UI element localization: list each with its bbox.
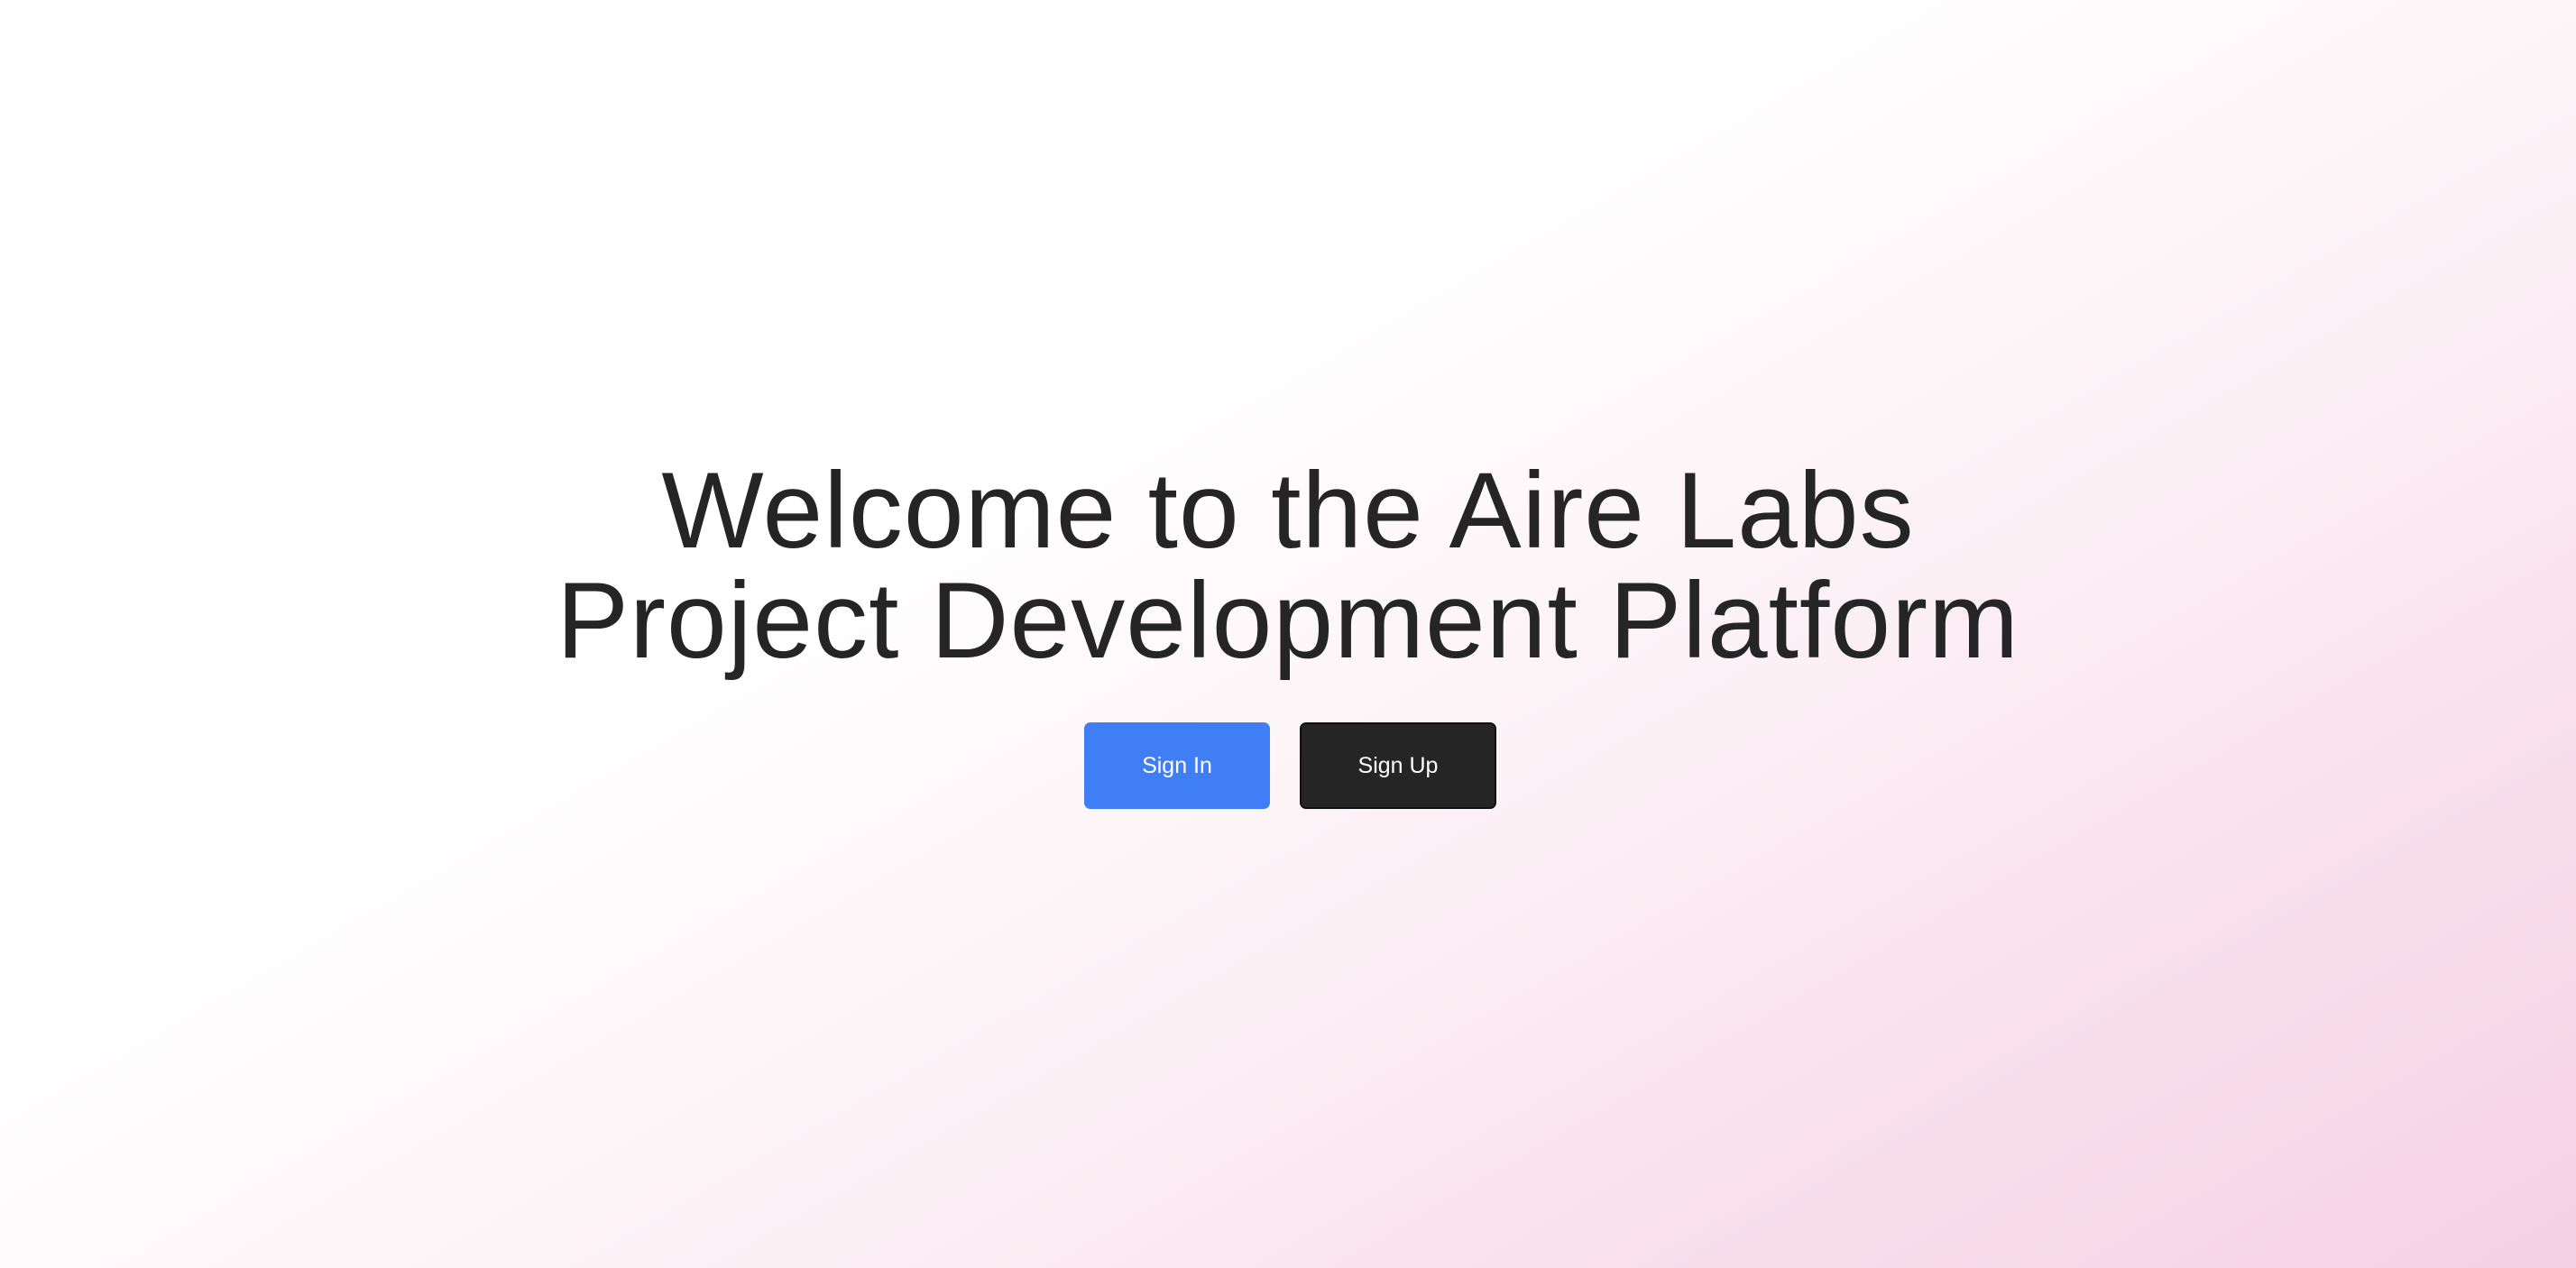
- page-title: Welcome to the Aire Labs Project Develop…: [0, 455, 2576, 675]
- page-title-line-2: Project Development Platform: [557, 560, 2019, 681]
- page-title-line-1: Welcome to the Aire Labs: [661, 450, 1915, 571]
- sign-up-button[interactable]: Sign Up: [1300, 722, 1496, 809]
- auth-actions: Sign In Sign Up: [1084, 722, 1496, 809]
- landing-hero: Welcome to the Aire Labs Project Develop…: [0, 0, 2576, 1268]
- sign-in-button[interactable]: Sign In: [1084, 722, 1270, 809]
